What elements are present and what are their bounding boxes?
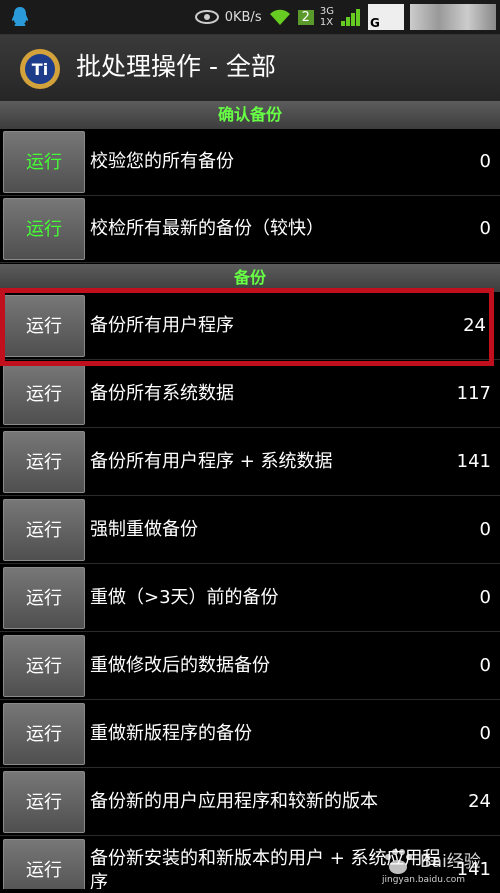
highlight-box: [0, 288, 494, 366]
item-label: 重做修改后的数据备份: [90, 655, 270, 676]
item-label: 备份新的用户应用程序和较新的版本: [90, 791, 378, 812]
run-button[interactable]: 运行: [3, 703, 85, 765]
svg-text:Ti: Ti: [32, 60, 48, 79]
item-label: 重做新版程序的备份: [90, 723, 252, 744]
run-button[interactable]: 运行: [3, 198, 85, 260]
watermark-text: Bai经验: [420, 852, 481, 872]
list-item: 运行 校检所有最新的备份（较快） 0: [0, 196, 500, 263]
run-button[interactable]: 运行: [3, 839, 85, 889]
item-count: 0: [479, 587, 491, 608]
item-count: 0: [479, 218, 491, 239]
item-label: 校检所有最新的备份（较快）: [90, 218, 324, 239]
item-count: 24: [468, 791, 491, 812]
page-title: 批处理操作 - 全部: [76, 52, 276, 81]
item-label: 备份所有用户程序 + 系统数据: [90, 451, 333, 472]
list-item: 运行 重做新版程序的备份 0: [0, 701, 500, 768]
item-count: 0: [479, 655, 491, 676]
list-item: 运行 备份新的用户应用程序和较新的版本 24: [0, 769, 500, 836]
run-button[interactable]: 运行: [3, 131, 85, 193]
run-button[interactable]: 运行: [3, 635, 85, 697]
list-item: 运行 备份所有用户程序 + 系统数据 141: [0, 429, 500, 496]
eye-icon: [194, 10, 219, 24]
baidu-watermark: Bai经验 jingyan.baidu.com: [380, 843, 500, 889]
item-label: 校验您的所有备份: [90, 151, 234, 172]
list-item: 运行 重做修改后的数据备份 0: [0, 633, 500, 700]
item-label: 强制重做备份: [90, 519, 198, 540]
item-label: 重做（>3天）前的备份: [90, 587, 279, 608]
blurred-status-area: [410, 4, 496, 30]
list-item: 运行 备份所有系统数据 117: [0, 361, 500, 428]
list-item: 运行 强制重做备份 0: [0, 497, 500, 564]
list-item: 运行 校验您的所有备份 0: [0, 129, 500, 196]
status-icons: 0KB/s 2 3G 1X G: [194, 3, 496, 31]
run-button[interactable]: 运行: [3, 499, 85, 561]
run-button[interactable]: 运行: [3, 431, 85, 493]
status-bar: 0KB/s 2 3G 1X G: [0, 0, 500, 35]
item-count: 0: [479, 519, 491, 540]
section-header-verify: 确认备份: [0, 101, 500, 129]
item-count: 0: [479, 723, 491, 744]
item-label: 备份所有系统数据: [90, 383, 234, 404]
item-count: 141: [456, 451, 491, 472]
titanium-backup-icon: Ti: [20, 49, 60, 89]
wifi-icon: [269, 9, 290, 25]
list-item: 运行 重做（>3天）前的备份 0: [0, 565, 500, 632]
sim-badge: 2: [297, 9, 314, 25]
network-type: 3G 1X: [319, 6, 334, 28]
run-button[interactable]: 运行: [3, 567, 85, 629]
item-count: 0: [479, 151, 491, 172]
network-speed: 0KB/s: [224, 9, 262, 25]
title-bar: Ti 批处理操作 - 全部: [0, 35, 500, 102]
signal-icon: [341, 9, 360, 26]
run-button[interactable]: 运行: [3, 771, 85, 833]
watermark-url: jingyan.baidu.com: [382, 875, 466, 885]
carrier-indicator: G: [368, 4, 404, 30]
item-count: 117: [456, 383, 491, 404]
qq-icon: [12, 7, 28, 26]
run-button[interactable]: 运行: [3, 363, 85, 425]
